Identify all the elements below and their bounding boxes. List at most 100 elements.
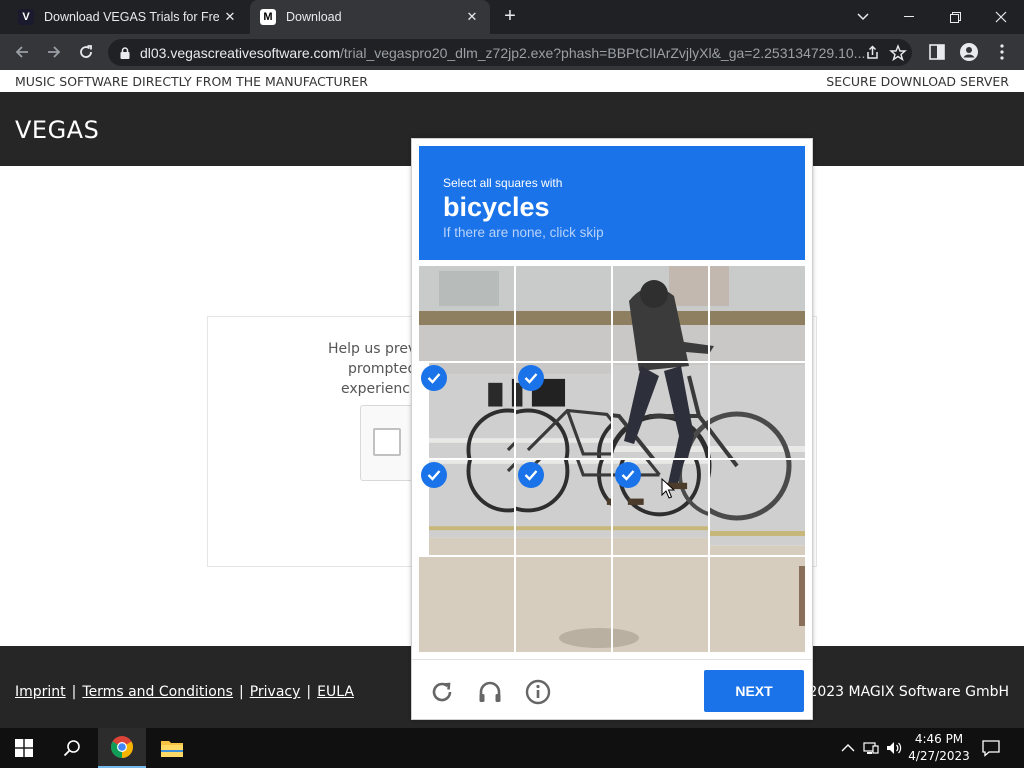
terms-link[interactable]: Terms and Conditions: [82, 684, 233, 700]
captcha-tile-image: [710, 557, 805, 652]
close-icon[interactable]: ✕: [464, 9, 480, 25]
selected-checkmark-icon: [421, 365, 447, 391]
windows-taskbar: 4:46 PM 4/27/2023: [0, 728, 1024, 768]
captcha-instruction: Select all squares with: [443, 176, 563, 190]
restore-icon: [949, 11, 961, 23]
footer-links: Imprint | Terms and Conditions | Privacy | EUL…: [15, 684, 354, 700]
secure-server-label: SECURE DOWNLOAD SERVER: [826, 74, 1009, 89]
volume-icon[interactable]: [886, 740, 902, 756]
tab-download[interactable]: M Download ✕: [250, 0, 490, 34]
separator: |: [71, 684, 77, 700]
captcha-tile-r4-c1[interactable]: [419, 557, 514, 652]
more-menu-icon[interactable]: [992, 42, 1012, 62]
captcha-image-grid: [419, 266, 805, 652]
captcha-tile-image: [419, 557, 514, 652]
clock-time: 4:46 PM: [914, 732, 964, 746]
separator: |: [306, 684, 312, 700]
minimize-button[interactable]: [886, 0, 932, 34]
captcha-tile-image: [613, 363, 708, 458]
bookmark-star-icon[interactable]: [888, 43, 908, 63]
imprint-link[interactable]: Imprint: [15, 684, 66, 700]
captcha-checkbox[interactable]: [373, 428, 401, 456]
captcha-tile-image: [419, 266, 514, 361]
captcha-tile-image: [710, 460, 805, 555]
selected-checkmark-icon: [615, 462, 641, 488]
next-button[interactable]: NEXT: [704, 670, 804, 712]
system-clock[interactable]: 4:46 PM 4/27/2023: [908, 731, 970, 765]
chevron-down-icon: [857, 13, 869, 21]
taskbar-search-button[interactable]: [48, 728, 96, 768]
vegas-logo[interactable]: VEGAS: [15, 116, 99, 144]
taskbar-file-explorer-button[interactable]: [148, 728, 196, 768]
captcha-tile-r1-c3[interactable]: [613, 266, 708, 361]
side-panel-icon[interactable]: [927, 42, 947, 62]
mouse-cursor-icon: [661, 478, 675, 499]
captcha-tile-r4-c3[interactable]: [613, 557, 708, 652]
captcha-tile-image: [710, 363, 805, 458]
new-tab-button[interactable]: +: [498, 5, 522, 29]
selected-checkmark-icon: [421, 462, 447, 488]
separator: |: [238, 684, 244, 700]
captcha-target: bicycles: [443, 192, 550, 222]
captcha-tile-r3-c2[interactable]: [516, 460, 611, 555]
profile-icon[interactable]: [959, 42, 979, 62]
reload-icon[interactable]: [428, 678, 456, 706]
captcha-tile-r1-c1[interactable]: [419, 266, 514, 361]
top-info-strip: MUSIC SOFTWARE DIRECTLY FROM THE MANUFAC…: [0, 70, 1024, 92]
lock-icon[interactable]: [118, 46, 132, 60]
info-icon[interactable]: [524, 678, 552, 706]
share-icon[interactable]: [862, 43, 882, 63]
notification-center-icon[interactable]: [982, 739, 1000, 757]
windows-start-icon: [15, 739, 33, 757]
captcha-tile-r3-c3[interactable]: [613, 460, 708, 555]
captcha-tile-r3-c1[interactable]: [419, 460, 514, 555]
captcha-tile-r4-c2[interactable]: [516, 557, 611, 652]
forward-button[interactable]: [42, 40, 66, 64]
captcha-tile-r1-c2[interactable]: [516, 266, 611, 361]
address-bar[interactable]: dl03.vegascreativesoftware.com/trial_veg…: [108, 39, 912, 66]
restore-button[interactable]: [932, 0, 978, 34]
captcha-tile-r1-c4[interactable]: [710, 266, 805, 361]
close-window-button[interactable]: [978, 0, 1024, 34]
captcha-tile-image: [516, 557, 611, 652]
tagline: MUSIC SOFTWARE DIRECTLY FROM THE MANUFAC…: [15, 74, 368, 89]
taskbar-chrome-button[interactable]: [98, 728, 146, 768]
file-explorer-icon: [161, 741, 183, 757]
close-icon[interactable]: ✕: [222, 9, 238, 25]
captcha-tile-r4-c4[interactable]: [710, 557, 805, 652]
tab-vegas-trials[interactable]: V Download VEGAS Trials for Free | ✕: [8, 0, 248, 34]
start-button[interactable]: [0, 728, 48, 768]
captcha-footer: NEXT: [412, 659, 812, 719]
privacy-link[interactable]: Privacy: [250, 684, 301, 700]
reload-button[interactable]: [74, 40, 98, 64]
clock-date: 4/27/2023: [908, 749, 970, 763]
audio-headphones-icon[interactable]: [476, 678, 504, 706]
arrow-left-icon: [15, 46, 28, 58]
captcha-challenge: Select all squares with bicycles If ther…: [411, 138, 813, 720]
tab-title: Download VEGAS Trials for Free |: [44, 10, 219, 24]
selected-checkmark-icon: [518, 462, 544, 488]
captcha-tile-r2-c2[interactable]: [516, 363, 611, 458]
copyright-text: 3 - 2023 MAGIX Software GmbH: [785, 684, 1009, 700]
tab-search-button[interactable]: [840, 0, 886, 34]
captcha-tile-image: [613, 266, 708, 361]
back-button[interactable]: [10, 40, 34, 64]
vegas-favicon-icon: V: [18, 9, 34, 25]
captcha-hint: If there are none, click skip: [443, 225, 604, 240]
browser-tab-strip: V Download VEGAS Trials for Free | ✕ M D…: [0, 0, 1024, 34]
captcha-tile-image: [516, 266, 611, 361]
eula-link[interactable]: EULA: [317, 684, 354, 700]
captcha-tile-r3-c4[interactable]: [710, 460, 805, 555]
network-icon[interactable]: [863, 740, 879, 756]
close-icon: [995, 11, 1007, 23]
url-host: dl03.vegascreativesoftware.com: [140, 44, 340, 61]
captcha-tile-r2-c1[interactable]: [419, 363, 514, 458]
url-path: /trial_vegaspro20_dlm_z72jp2.exe?phash=B…: [340, 44, 866, 61]
captcha-tile-r2-c4[interactable]: [710, 363, 805, 458]
reload-icon: [80, 45, 92, 58]
chevron-up-icon[interactable]: [840, 740, 856, 756]
captcha-tile-r2-c3[interactable]: [613, 363, 708, 458]
captcha-tile-image: [710, 266, 805, 361]
browser-toolbar: dl03.vegascreativesoftware.com/trial_veg…: [0, 34, 1024, 70]
search-icon: [63, 740, 80, 757]
